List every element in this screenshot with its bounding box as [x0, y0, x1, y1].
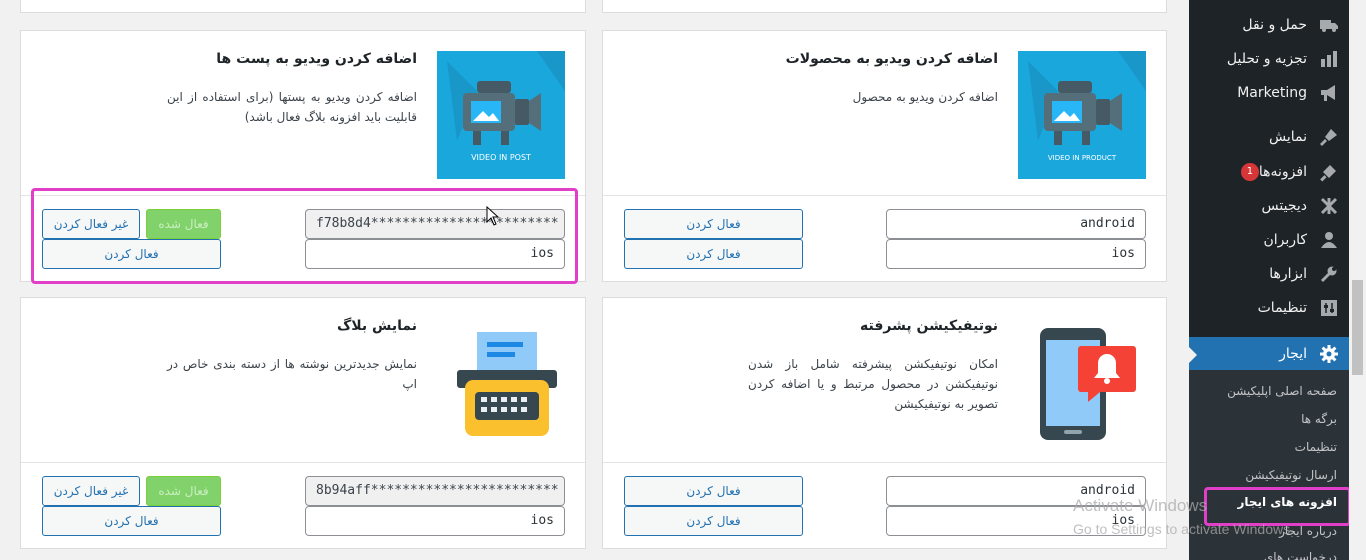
sidebar-item-label: ابزارها — [1269, 266, 1307, 282]
gear-icon — [1320, 345, 1338, 363]
phone-notification-icon — [1040, 328, 1136, 440]
plugin-icon — [1320, 165, 1336, 182]
paintbrush-icon — [1320, 129, 1337, 146]
card-partial-right — [602, 0, 1167, 13]
current-menu-pointer — [1189, 347, 1197, 363]
submenu-settings[interactable]: تنظیمات — [1295, 440, 1337, 454]
deactivate-button[interactable]: غیر فعال کردن — [42, 476, 140, 506]
activate-ios-button[interactable]: فعال کردن — [624, 239, 803, 269]
typewriter-icon — [457, 332, 557, 436]
sidebar-item-tools[interactable]: ابزارها — [1189, 257, 1349, 291]
update-count-badge: 1 — [1240, 163, 1259, 181]
submenu-pages[interactable]: برگه ها — [1301, 412, 1337, 426]
card-header: اضافه کردن ویدیو به پست ها اضافه کردن وی… — [21, 31, 585, 196]
android-key-input[interactable]: android — [886, 209, 1146, 239]
addon-card-blog: نمایش بلاگ نمایش جدیدترین نوشته ها از دس… — [20, 297, 586, 549]
sidebar-item-appearance[interactable]: نمایش — [1189, 120, 1349, 154]
video-camera-thumbnail: VIDEO IN PRODUCT — [1018, 51, 1146, 179]
card-description: اضافه کردن ویدیو به محصول — [852, 90, 998, 104]
activate-android-button[interactable]: فعال کردن — [624, 476, 803, 506]
sidebar-item-shipping[interactable]: حمل و نقل — [1189, 8, 1349, 42]
digits-icon — [1320, 197, 1338, 215]
card-title: اضافه کردن ویدیو به محصولات — [785, 51, 998, 67]
settings-sliders-icon — [1321, 300, 1337, 316]
sidebar-item-settings[interactable]: تنظیمات — [1189, 291, 1349, 325]
sidebar-item-label: ایجار — [1279, 346, 1307, 362]
sidebar-item-label: حمل و نقل — [1242, 17, 1307, 33]
activate-windows-subtitle: Go to Settings to activate Windows. — [1073, 521, 1294, 537]
sidebar-item-marketing[interactable]: Marketing — [1189, 76, 1349, 110]
sidebar-item-label: کاربران — [1263, 232, 1307, 248]
activated-button[interactable]: فعال شده — [146, 476, 221, 506]
wrench-icon — [1320, 266, 1337, 283]
card-description: نمایش جدیدترین نوشته ها از دسته بندی خاص… — [167, 357, 417, 391]
thumbnail-caption: VIDEO IN PRODUCT — [1048, 154, 1117, 162]
card-header: نوتیفیکیشن پشرفته امکان نوتیفیکشن پیشرفت… — [603, 298, 1166, 463]
sidebar-item-users[interactable]: کاربران — [1189, 223, 1349, 257]
submenu-app-home[interactable]: صفحه اصلی اپلیکیشن — [1227, 384, 1337, 398]
sidebar-item-label: دیجیتس — [1261, 198, 1307, 214]
submenu-send-notification[interactable]: ارسال نوتیفیکیشن — [1245, 468, 1337, 482]
mouse-cursor-icon — [486, 206, 500, 226]
sidebar-item-digits[interactable]: دیجیتس — [1189, 189, 1349, 223]
card-partial-left — [20, 0, 586, 13]
sidebar-item-plugins[interactable]: 1 افزونه‌ها — [1189, 155, 1349, 189]
sidebar-item-label: افزونه‌ها — [1258, 164, 1307, 180]
sidebar-item-label: نمایش — [1268, 129, 1307, 145]
submenu-requests[interactable]: درخواست های — [1264, 550, 1337, 560]
ios-key-input[interactable]: ios — [305, 506, 565, 536]
activate-windows-watermark: Activate Windows — [1073, 496, 1208, 515]
activate-ios-button[interactable]: فعال کردن — [42, 506, 221, 536]
thumbnail-caption: VIDEO IN POST — [471, 153, 531, 162]
truck-icon — [1320, 20, 1338, 32]
card-description: اضافه کردن ویدیو به پستها (برای استفاده … — [167, 90, 417, 124]
video-camera-thumbnail: VIDEO IN POST — [437, 51, 565, 179]
sidebar-item-label: تجزیه و تحلیل — [1226, 51, 1307, 67]
card-title: نوتیفیکیشن پشرفته — [860, 318, 998, 334]
sidebar-item-analytics[interactable]: تجزیه و تحلیل — [1189, 42, 1349, 76]
ios-key-input[interactable]: ios — [886, 239, 1146, 269]
card-header: اضافه کردن ویدیو به محصولات اضافه کردن و… — [603, 31, 1166, 196]
sidebar-item-label: تنظیمات — [1257, 300, 1307, 316]
admin-sidebar: حمل و نقل تجزیه و تحلیل Marketing نمایش … — [1189, 0, 1349, 560]
megaphone-icon — [1321, 85, 1335, 101]
addon-card-video-product: اضافه کردن ویدیو به محصولات اضافه کردن و… — [602, 30, 1167, 282]
card-description: امکان نوتیفیکشن پیشرفته شامل باز شدن نوت… — [748, 357, 998, 411]
activate-android-button[interactable]: فعال کردن — [624, 209, 803, 239]
highlight-box — [31, 188, 578, 284]
user-icon — [1321, 232, 1337, 248]
card-title: نمایش بلاگ — [336, 318, 417, 334]
bar-chart-icon — [1321, 51, 1337, 67]
card-title: اضافه کردن ویدیو به پست ها — [216, 51, 417, 67]
scrollbar-thumb[interactable] — [1352, 280, 1363, 375]
sidebar-item-label: Marketing — [1237, 85, 1307, 101]
activate-ios-button[interactable]: فعال کردن — [624, 506, 803, 536]
android-key-input[interactable]: 8b94aff************************ — [305, 476, 565, 506]
sidebar-item-ijar[interactable]: ایجار — [1189, 337, 1349, 371]
card-header: نمایش بلاگ نمایش جدیدترین نوشته ها از دس… — [21, 298, 585, 463]
